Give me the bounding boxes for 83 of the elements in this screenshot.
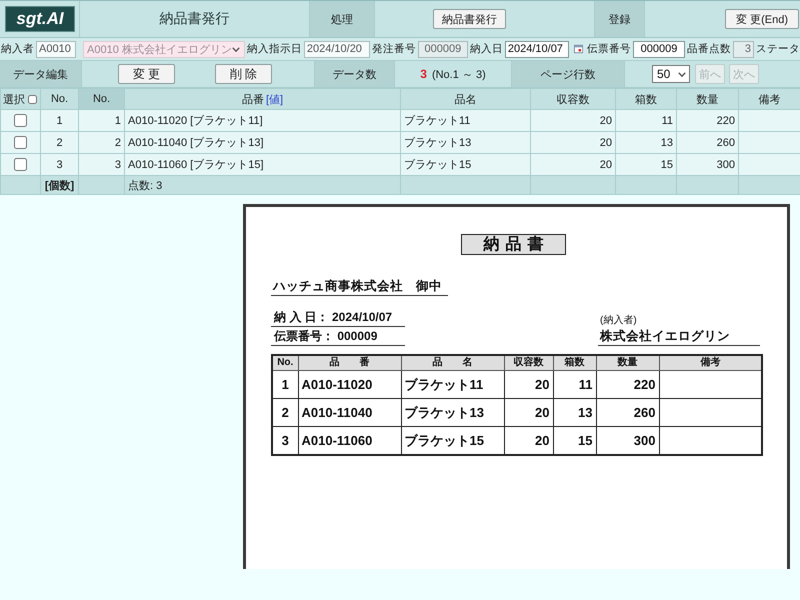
section-label: 登録 [595, 1, 645, 37]
section-label: 処理 [310, 1, 375, 37]
column-header: No. [40, 88, 78, 110]
input-field[interactable]: A0010 [36, 40, 76, 58]
calendar-icon[interactable] [574, 44, 583, 54]
table-cell: 1 [40, 110, 78, 132]
supplier-caption: (納入者) [599, 315, 637, 327]
table-cell: 20 [504, 370, 553, 398]
page-title: 納品書発行 [160, 10, 230, 28]
column-header: 品名 [400, 88, 530, 110]
record-range: (No.1 ～ 3) [432, 68, 486, 82]
field-label: ステータ [756, 42, 800, 56]
table-cell: 220 [596, 370, 659, 398]
table-cell: 20 [504, 398, 553, 426]
table-cell: ブラケット11 [400, 110, 530, 132]
field-label: 納入指示日 [246, 42, 302, 56]
column-header: 備考 [738, 88, 800, 110]
caret-icon [232, 46, 240, 52]
supplier-name: 株式会社イエログリン [598, 329, 760, 346]
table-cell: 11 [616, 110, 676, 132]
input-field[interactable]: 2024/10/07 [504, 40, 569, 58]
column-header: 箱数 [616, 88, 676, 110]
section-label: ページ行数 [512, 61, 625, 87]
column-header: 品 番 [298, 355, 401, 370]
select-all-checkbox[interactable] [28, 95, 37, 104]
record-count: 3 [420, 67, 427, 81]
column-header: 収容数 [504, 355, 553, 370]
column-header: No. [272, 355, 298, 370]
column-header: 品番 [242, 94, 264, 106]
table-cell: 11 [553, 370, 596, 398]
table-cell: A010-11040 [298, 398, 401, 426]
row-checkbox[interactable] [14, 136, 27, 149]
delete-button[interactable]: 削 除 [215, 64, 272, 84]
table-cell: ブラケット13 [400, 132, 530, 154]
table-cell: 13 [616, 132, 676, 154]
input-field[interactable]: 000009 [633, 40, 685, 58]
table-cell: 1 [272, 370, 298, 398]
table-cell: 13 [553, 398, 596, 426]
table-cell: A010-11020 [298, 370, 401, 398]
table-cell: 20 [530, 132, 616, 154]
field-label: 納入者 [1, 42, 34, 56]
app-logo: sgt.AI [5, 6, 75, 32]
page-size-select[interactable]: 50 [652, 65, 690, 83]
change-button[interactable]: 変 更(End) [725, 9, 799, 29]
input-field[interactable]: 2024/10/20 [304, 40, 370, 58]
row-checkbox[interactable] [14, 114, 27, 127]
field-label: 伝票番号 [587, 42, 631, 56]
column-header: No. [78, 88, 124, 110]
row-checkbox[interactable] [14, 158, 27, 171]
table-cell: ブラケット11 [401, 370, 504, 398]
table-cell: 2 [272, 398, 298, 426]
column-header: 箱数 [553, 355, 596, 370]
column-header: 選択 [3, 94, 25, 106]
table-cell: A010-11020 [ブラケット11] [124, 110, 400, 132]
field-label: 発注番号 [372, 42, 416, 56]
table-cell: ブラケット13 [401, 398, 504, 426]
table-cell: 260 [676, 132, 738, 154]
delivery-date: 納 入 日： 2024/10/07 [271, 310, 405, 327]
edit-button[interactable]: 変 更 [118, 64, 175, 84]
table-cell: 2 [40, 132, 78, 154]
table-cell: A010-11040 [ブラケット13] [124, 132, 400, 154]
table-cell: 1 [78, 110, 124, 132]
column-header: 備考 [659, 355, 762, 370]
column-header: 品 名 [401, 355, 504, 370]
document-title: 納品書 [461, 234, 566, 255]
value-link[interactable]: [値] [266, 94, 284, 106]
table-cell: 2 [78, 132, 124, 154]
column-header: 数量 [676, 88, 738, 110]
table-cell: 260 [596, 398, 659, 426]
issue-button[interactable]: 納品書発行 [433, 9, 506, 29]
table-cell: 20 [530, 110, 616, 132]
table-cell: [個数] [40, 176, 78, 194]
recipient-name: ハッチュ商事株式会社 御中 [271, 279, 448, 296]
column-header: 収容数 [530, 88, 616, 110]
section-label: データ数 [315, 61, 395, 87]
field-label: 品番点数 [687, 42, 731, 56]
column-header: 数量 [596, 355, 659, 370]
caret-icon [678, 72, 686, 76]
section-label: データ編集 [0, 61, 82, 87]
slip-number: 伝票番号： 000009 [271, 329, 405, 346]
field-label: 納入日 [470, 42, 503, 56]
table-cell: 点数: 3 [124, 176, 400, 194]
table-cell: 220 [676, 110, 738, 132]
